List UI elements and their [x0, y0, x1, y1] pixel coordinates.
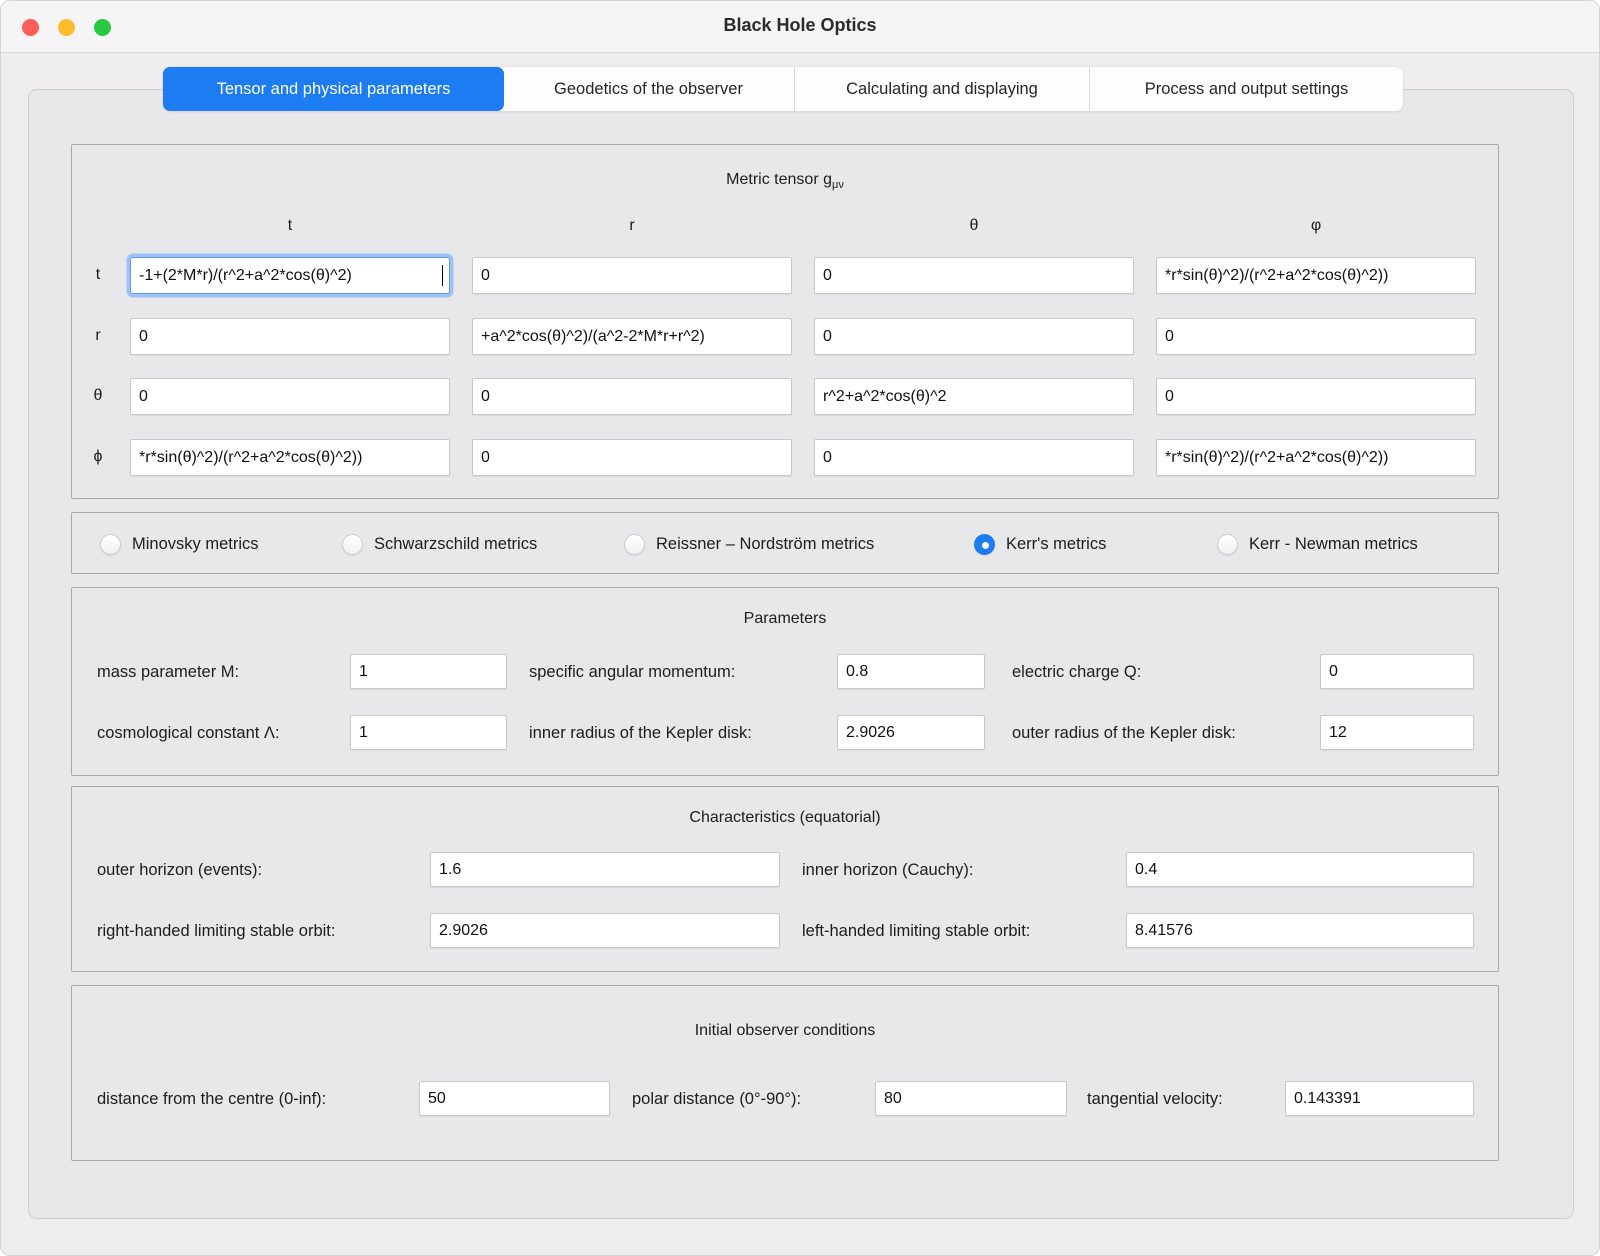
matrix-row-header-r: r [80, 327, 116, 345]
metric-cell-r-phi[interactable] [1156, 318, 1476, 355]
radio-unselected-icon [624, 534, 645, 555]
radio-option-schwarzschild-metrics[interactable]: Schwarzschild metrics [342, 513, 537, 575]
app-window: Black Hole Optics Tensor and physical pa… [0, 0, 1600, 1256]
left-handed-orbit-input[interactable] [1126, 913, 1474, 948]
radio-label: Schwarzschild metrics [374, 535, 537, 554]
metric-cell-phi-t[interactable] [130, 439, 450, 476]
radio-unselected-icon [342, 534, 363, 555]
radio-label: Kerr's metrics [1006, 535, 1106, 554]
tab-geodetics-of-the-observer[interactable]: Geodetics of the observer [503, 67, 795, 111]
tab-process-and-output-settings[interactable]: Process and output settings [1090, 67, 1403, 111]
tab-tensor-and-physical-parameters[interactable]: Tensor and physical parameters [163, 67, 504, 111]
right-handed-orbit-input[interactable] [430, 913, 780, 948]
metric-cell-theta-theta[interactable] [814, 378, 1134, 415]
matrix-col-header-r: r [472, 217, 792, 235]
metric-cell-t-t[interactable] [130, 257, 450, 294]
inner-horizon-label: inner horizon (Cauchy): [802, 861, 974, 880]
metric-cell-t-phi[interactable] [1156, 257, 1476, 294]
matrix-row-header-phi: ϕ [80, 448, 116, 466]
cosmological-constant-input[interactable] [350, 715, 507, 750]
parameters-groupbox: Parameters mass parameter M: specific an… [71, 587, 1499, 776]
metric-cell-theta-r[interactable] [472, 378, 792, 415]
titlebar: Black Hole Optics [1, 1, 1599, 53]
polar-distance-label: polar distance (0°-90°): [632, 1090, 801, 1109]
distance-from-centre-label: distance from the centre (0-inf): [97, 1090, 326, 1109]
metric-cell-theta-t[interactable] [130, 378, 450, 415]
metric-cell-theta-phi[interactable] [1156, 378, 1476, 415]
radio-label: Kerr - Newman metrics [1249, 535, 1418, 554]
inner-horizon-input[interactable] [1126, 852, 1474, 887]
specific-angular-momentum-label: specific angular momentum: [529, 663, 735, 682]
metric-cell-phi-r[interactable] [472, 439, 792, 476]
tab-bar: Tensor and physical parameters Geodetics… [163, 67, 1403, 111]
metric-cell-r-t[interactable] [130, 318, 450, 355]
radio-option-kerrs-metrics[interactable]: Kerr's metrics [974, 513, 1106, 575]
mass-parameter-input[interactable] [350, 654, 507, 689]
distance-from-centre-input[interactable] [419, 1081, 610, 1116]
text-caret [442, 265, 444, 286]
metric-tensor-subscript: μν [832, 179, 844, 191]
metrics-selector-groupbox: Minovsky metrics Schwarzschild metrics R… [71, 512, 1499, 574]
matrix-col-header-t: t [130, 217, 450, 235]
radio-selected-icon [974, 534, 995, 555]
window-title: Black Hole Optics [1, 15, 1599, 36]
right-handed-orbit-label: right-handed limiting stable orbit: [97, 922, 335, 941]
cosmological-constant-label: cosmological constant Λ: [97, 724, 280, 743]
characteristics-title: Characteristics (equatorial) [72, 809, 1498, 827]
initial-conditions-title: Initial observer conditions [72, 1022, 1498, 1040]
initial-conditions-groupbox: Initial observer conditions distance fro… [71, 985, 1499, 1161]
metric-tensor-groupbox: Metric tensor gμν t r θ φ t r θ ϕ [71, 144, 1499, 499]
outer-horizon-input[interactable] [430, 852, 780, 887]
electric-charge-input[interactable] [1320, 654, 1474, 689]
matrix-row-header-t: t [80, 266, 116, 284]
matrix-col-header-theta: θ [814, 217, 1134, 235]
electric-charge-label: electric charge Q: [1012, 663, 1141, 682]
metric-cell-r-r[interactable] [472, 318, 792, 355]
radio-unselected-icon [1217, 534, 1238, 555]
inner-kepler-radius-label: inner radius of the Kepler disk: [529, 724, 752, 743]
parameters-title: Parameters [72, 610, 1498, 628]
tangential-velocity-input[interactable] [1285, 1081, 1474, 1116]
radio-option-reissner-nordstrom-metrics[interactable]: Reissner – Nordström metrics [624, 513, 874, 575]
radio-unselected-icon [100, 534, 121, 555]
inner-kepler-radius-input[interactable] [837, 715, 985, 750]
radio-option-kerr-newman-metrics[interactable]: Kerr - Newman metrics [1217, 513, 1418, 575]
metric-cell-r-theta[interactable] [814, 318, 1134, 355]
metric-cell-phi-theta[interactable] [814, 439, 1134, 476]
mass-parameter-label: mass parameter M: [97, 663, 239, 682]
radio-label: Minovsky metrics [132, 535, 259, 554]
metric-cell-phi-phi[interactable] [1156, 439, 1476, 476]
radio-label: Reissner – Nordström metrics [656, 535, 874, 554]
matrix-row-header-theta: θ [80, 387, 116, 405]
outer-horizon-label: outer horizon (events): [97, 861, 262, 880]
radio-option-minovsky-metrics[interactable]: Minovsky metrics [100, 513, 259, 575]
metric-cell-t-theta[interactable] [814, 257, 1134, 294]
outer-kepler-radius-label: outer radius of the Kepler disk: [1012, 724, 1236, 743]
matrix-col-header-phi: φ [1156, 217, 1476, 235]
polar-distance-input[interactable] [875, 1081, 1067, 1116]
characteristics-groupbox: Characteristics (equatorial) outer horiz… [71, 786, 1499, 972]
tab-calculating-and-displaying[interactable]: Calculating and displaying [795, 67, 1090, 111]
left-handed-orbit-label: left-handed limiting stable orbit: [802, 922, 1030, 941]
metric-tensor-title: Metric tensor gμν [72, 171, 1498, 191]
outer-kepler-radius-input[interactable] [1320, 715, 1474, 750]
metric-cell-t-r[interactable] [472, 257, 792, 294]
tangential-velocity-label: tangential velocity: [1087, 1090, 1223, 1109]
specific-angular-momentum-input[interactable] [837, 654, 985, 689]
